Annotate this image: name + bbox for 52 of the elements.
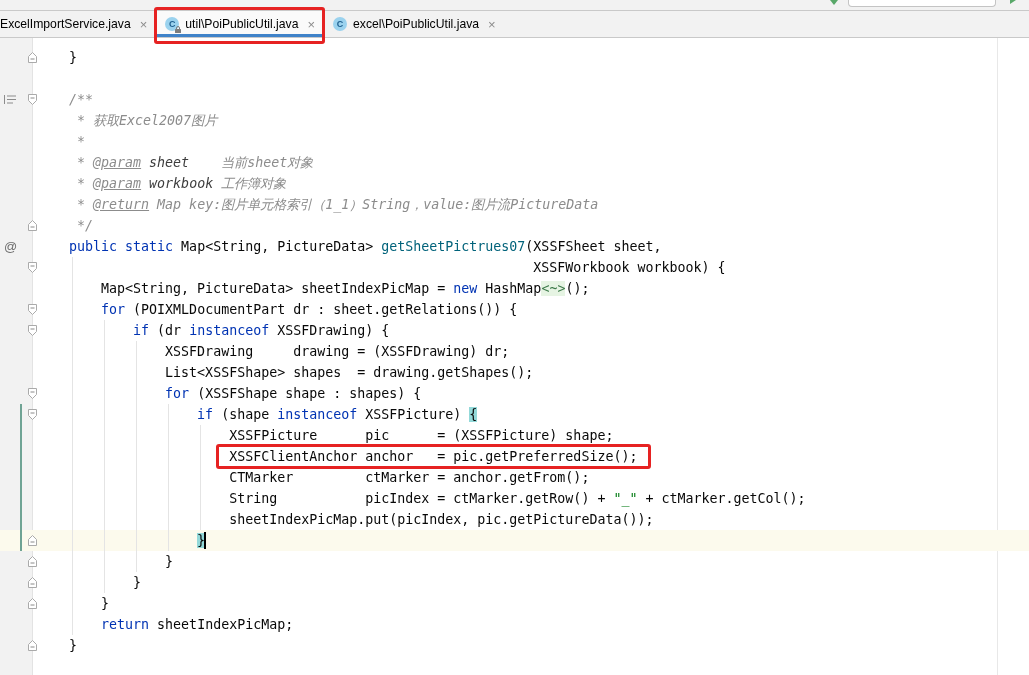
class-icon: C <box>165 17 180 31</box>
run-config-dropdown[interactable] <box>848 0 996 7</box>
code-line: } <box>69 48 78 67</box>
close-button[interactable]: × <box>139 17 148 31</box>
fold-icon[interactable] <box>28 324 37 336</box>
code-line: CTMarker ctMarker = anchor.getFrom(); <box>229 468 590 487</box>
fold-icon[interactable] <box>28 597 37 609</box>
code-line: public static Map<String, PictureData> getSheetPictrues07(XSSFSheet sheet, <box>69 237 662 256</box>
code-line: * 获取Excel2007图片 <box>77 111 218 130</box>
code-line: } <box>133 573 142 592</box>
code-line: XSSFDrawing drawing = (XSSFDrawing) dr; <box>165 342 510 361</box>
close-button[interactable]: × <box>307 17 316 31</box>
fold-icon[interactable] <box>28 408 37 420</box>
fold-icon[interactable] <box>28 303 37 315</box>
fold-icon[interactable] <box>28 51 37 63</box>
fold-icon[interactable] <box>28 639 37 651</box>
editor-tab[interactable]: C util\PoiPublicUtil.java × <box>156 11 325 37</box>
close-button[interactable]: × <box>488 17 496 31</box>
gutter-mark[interactable]: @ <box>4 235 18 257</box>
fold-icon[interactable] <box>28 219 37 231</box>
code-line: if (shape instanceof XSSFPicture) { <box>197 405 478 424</box>
code-line: * @param sheet 当前sheet对象 <box>77 153 314 172</box>
play-icon[interactable] <box>1010 0 1016 4</box>
code-line: } <box>69 636 78 655</box>
code-line: sheetIndexPicMap.put(picIndex, pic.getPictureData()); <box>229 510 654 529</box>
fold-icon[interactable] <box>28 534 37 546</box>
down-arrow-icon[interactable] <box>830 0 838 5</box>
code-line: for (POIXMLDocumentPart dr : sheet.getRelations()) { <box>101 300 518 319</box>
code-line: /** <box>69 90 94 109</box>
code-line: for (XSSFShape shape : shapes) { <box>165 384 422 403</box>
code-line: XSSFPicture pic = (XSSFPicture) shape; <box>229 426 614 445</box>
code-line: */ <box>77 216 94 235</box>
lines-icon[interactable] <box>4 94 16 104</box>
code-line: } <box>101 594 110 613</box>
code-line: List<XSSFShape> shapes = drawing.getShapes(); <box>165 363 534 382</box>
code-line: return sheetIndexPicMap; <box>101 615 294 634</box>
fold-icon[interactable] <box>28 555 37 567</box>
fold-icon[interactable] <box>28 261 37 273</box>
fold-icon[interactable] <box>28 576 37 588</box>
code-line: String picIndex = ctMarker.getRow() + "_" + ctMarker.getCol(); <box>229 489 806 509</box>
code-line: * @return Map key:图片单元格索引（1_1）String，value:图片流PictureData <box>77 195 599 215</box>
text-cursor <box>204 531 207 549</box>
class-icon: C <box>333 17 348 31</box>
code-line: XSSFClientAnchor anchor = pic.getPreferredSize(); <box>229 447 638 466</box>
code-line: } <box>165 552 174 571</box>
fold-icon[interactable] <box>28 387 37 399</box>
code-line: * <box>77 132 86 151</box>
code-line: Map<String, PictureData> sheetIndexPicMap = new HashMap<~>(); <box>101 279 590 298</box>
code-line: XSSFWorkbook workbook) { <box>533 258 726 277</box>
fold-icon[interactable] <box>28 93 37 105</box>
code-line: * @param workbook 工作簿对象 <box>77 174 287 193</box>
code-line: if (dr instanceof XSSFDrawing) { <box>133 321 390 340</box>
